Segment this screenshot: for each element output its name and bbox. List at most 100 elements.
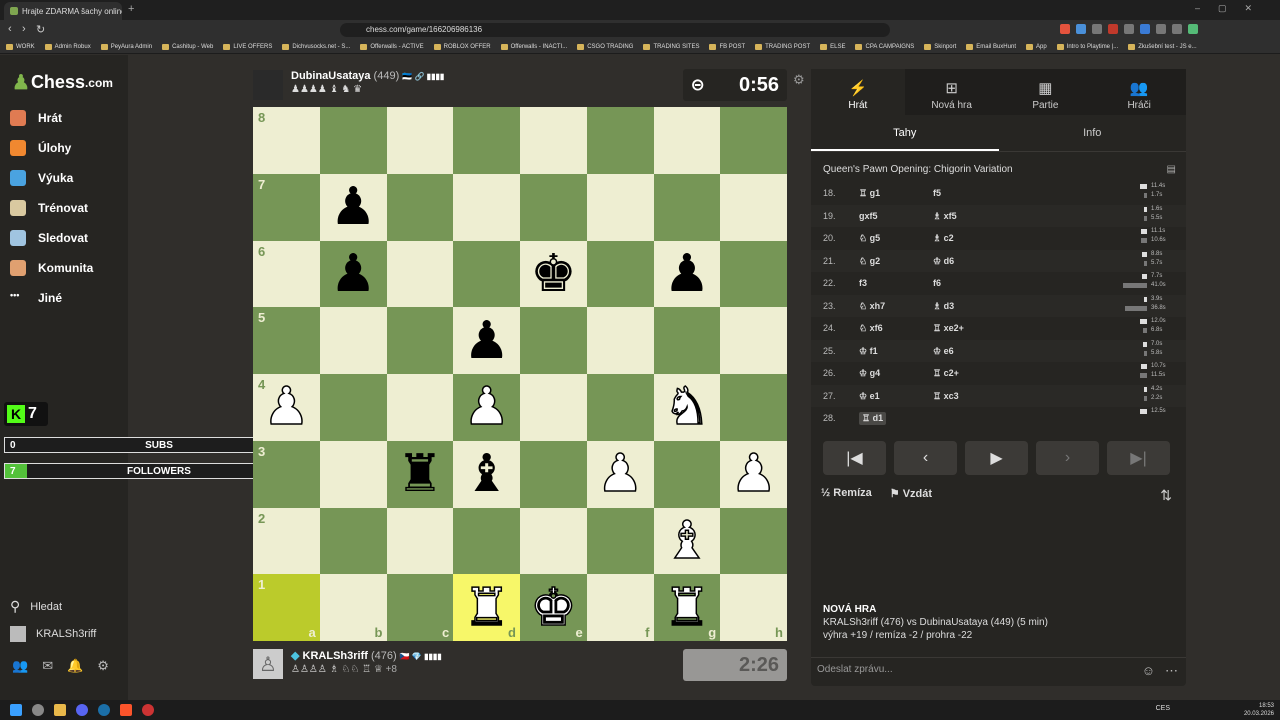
new-game-line[interactable]: KRALSh3riff (476) vs DubinaUsataya (449)…	[823, 616, 1048, 629]
chess-com-logo[interactable]: ♟ Chess .com	[12, 70, 113, 95]
draw-button[interactable]: ½ Remíza	[821, 487, 872, 500]
bookmark-item[interactable]: Offerwalls - ACTIVE	[360, 43, 424, 50]
previous-move-button[interactable]: ‹	[894, 441, 957, 475]
board-settings-gear-icon[interactable]: ⚙	[793, 72, 805, 88]
square-e5[interactable]	[520, 307, 587, 374]
square-c6[interactable]	[386, 240, 454, 308]
bookmark-item[interactable]: TRADING POST	[755, 43, 810, 50]
extension-icon[interactable]	[1060, 24, 1070, 34]
white-rook-icon[interactable]: ♜	[463, 581, 511, 635]
bookmark-item[interactable]: CSGO TRADING	[577, 43, 633, 50]
black-move[interactable]: ♗ c2	[933, 233, 954, 244]
white-pawn-icon[interactable]: ♟	[463, 381, 511, 435]
tab-moves[interactable]: Tahy	[811, 115, 999, 151]
square-d8[interactable]	[453, 107, 520, 174]
profile-icon[interactable]	[1188, 24, 1198, 34]
bottom-player-name[interactable]: ◆ KRALSh3riff (476) 🇨🇿 💎 ▮▮▮▮	[291, 649, 442, 662]
bookmark-item[interactable]: CPA CAMPAIGNS	[855, 43, 914, 50]
white-move[interactable]: f3	[859, 278, 867, 288]
sidebar-item-0[interactable]: Hrát	[10, 107, 62, 129]
square-d7[interactable]	[453, 173, 520, 241]
square-b8[interactable]	[319, 107, 387, 174]
black-move[interactable]: ♖ c2+	[933, 368, 959, 379]
black-move[interactable]: f6	[933, 278, 941, 288]
black-rook-icon[interactable]: ♜	[397, 448, 444, 500]
white-move[interactable]: ♖ d1	[859, 412, 887, 425]
white-pawn-icon[interactable]: ♟	[596, 447, 644, 501]
next-move-button[interactable]: ›	[1036, 441, 1099, 475]
bookmark-item[interactable]: Cashitup - Web	[162, 43, 213, 50]
square-g7[interactable]	[653, 173, 721, 241]
square-d2[interactable]	[453, 507, 520, 575]
square-c3[interactable]: ♜	[386, 440, 454, 508]
black-move[interactable]: ♗ d3	[933, 301, 954, 312]
panel-tab-1[interactable]: ⊞ Nová hra	[905, 69, 999, 115]
extension-icon[interactable]	[1156, 24, 1166, 34]
square-b2[interactable]	[319, 507, 387, 575]
square-a2[interactable]: 2	[253, 507, 320, 575]
white-move[interactable]: ♘ xf6	[859, 323, 883, 334]
bookmark-item[interactable]: Email BuxHunt	[966, 43, 1016, 50]
square-c5[interactable]	[386, 307, 454, 374]
white-move[interactable]: ♖ g1	[859, 188, 880, 199]
messages-icon[interactable]: ✉	[42, 658, 53, 674]
extension-icon[interactable]	[1076, 24, 1086, 34]
square-c8[interactable]	[386, 107, 454, 174]
white-move[interactable]: ♘ g2	[859, 256, 880, 267]
bookmark-item[interactable]: PeyAura Admin	[100, 43, 152, 50]
white-king-icon[interactable]: ♚	[529, 581, 577, 635]
square-g4[interactable]: ♞	[653, 374, 721, 441]
sidebar-item-3[interactable]: Trénovat	[10, 197, 88, 219]
black-pawn-icon[interactable]: ♟	[330, 181, 377, 233]
square-g3[interactable]	[653, 440, 721, 508]
black-pawn-icon[interactable]: ♟	[664, 248, 711, 300]
square-f5[interactable]	[586, 307, 654, 374]
square-e4[interactable]	[520, 374, 587, 441]
white-move[interactable]: ♔ f1	[859, 346, 878, 357]
square-b6[interactable]: ♟	[319, 240, 387, 308]
last-move-button[interactable]: ▶|	[1107, 441, 1170, 475]
square-d1[interactable]: d ♜	[453, 574, 520, 641]
square-c4[interactable]	[386, 374, 454, 441]
white-move[interactable]: gxf5	[859, 211, 878, 221]
panel-tab-3[interactable]: 👥 Hráči	[1092, 69, 1186, 115]
steam-icon[interactable]	[98, 704, 110, 716]
square-f2[interactable]	[586, 507, 654, 575]
square-e1[interactable]: e ♚	[520, 574, 587, 641]
square-a5[interactable]: 5	[253, 307, 320, 374]
bookmark-item[interactable]: ELSE	[820, 43, 845, 50]
sidebar-item-5[interactable]: Komunita	[10, 257, 93, 279]
extension-icon[interactable]	[1124, 24, 1134, 34]
clock-tray[interactable]: 18:53 20.03.2026	[1244, 702, 1274, 718]
square-h3[interactable]: ♟	[720, 440, 787, 508]
obs-icon[interactable]	[142, 704, 154, 716]
notifications-icon[interactable]: 🔔	[67, 658, 83, 674]
square-f4[interactable]	[586, 374, 654, 441]
square-a3[interactable]: 3	[253, 440, 320, 508]
black-bishop-icon[interactable]: ♝	[463, 448, 510, 500]
square-h4[interactable]	[720, 374, 787, 441]
opening-book-icon[interactable]: ▤	[1167, 164, 1176, 175]
new-tab-button[interactable]: +	[128, 3, 134, 15]
back-icon[interactable]: ‹	[8, 23, 12, 35]
white-knight-icon[interactable]: ♞	[663, 381, 711, 435]
square-g6[interactable]: ♟	[653, 240, 721, 308]
black-move[interactable]: f5	[933, 188, 941, 198]
square-c1[interactable]: c	[386, 574, 454, 641]
square-d6[interactable]	[453, 240, 520, 308]
sidebar-item-4[interactable]: Sledovat	[10, 227, 88, 249]
first-move-button[interactable]: |◀	[823, 441, 886, 475]
chess-board[interactable]: 8 7 ♟ 6 ♟ ♚ ♟ 5 ♟ 4 ♟ ♟ ♞ 3 ♜ ♝ ♟ ♟ 2 ♝ 1 a b c d ♜ e ♚ f g ♜ h	[253, 107, 787, 641]
bookmark-item[interactable]: WORK	[6, 43, 35, 50]
sidebar-item-2[interactable]: Výuka	[10, 167, 73, 189]
sidebar-item-1[interactable]: Úlohy	[10, 137, 71, 159]
bookmark-item[interactable]: Dichvusocks.net - S...	[282, 43, 350, 50]
square-f8[interactable]	[586, 107, 654, 174]
square-g8[interactable]	[653, 107, 721, 174]
square-e2[interactable]	[520, 507, 587, 575]
white-rook-icon[interactable]: ♜	[663, 581, 711, 635]
extension-icon[interactable]	[1140, 24, 1150, 34]
square-b7[interactable]: ♟	[319, 173, 387, 241]
white-move[interactable]: ♘ xh7	[859, 301, 885, 312]
white-pawn-icon[interactable]: ♟	[730, 447, 778, 501]
